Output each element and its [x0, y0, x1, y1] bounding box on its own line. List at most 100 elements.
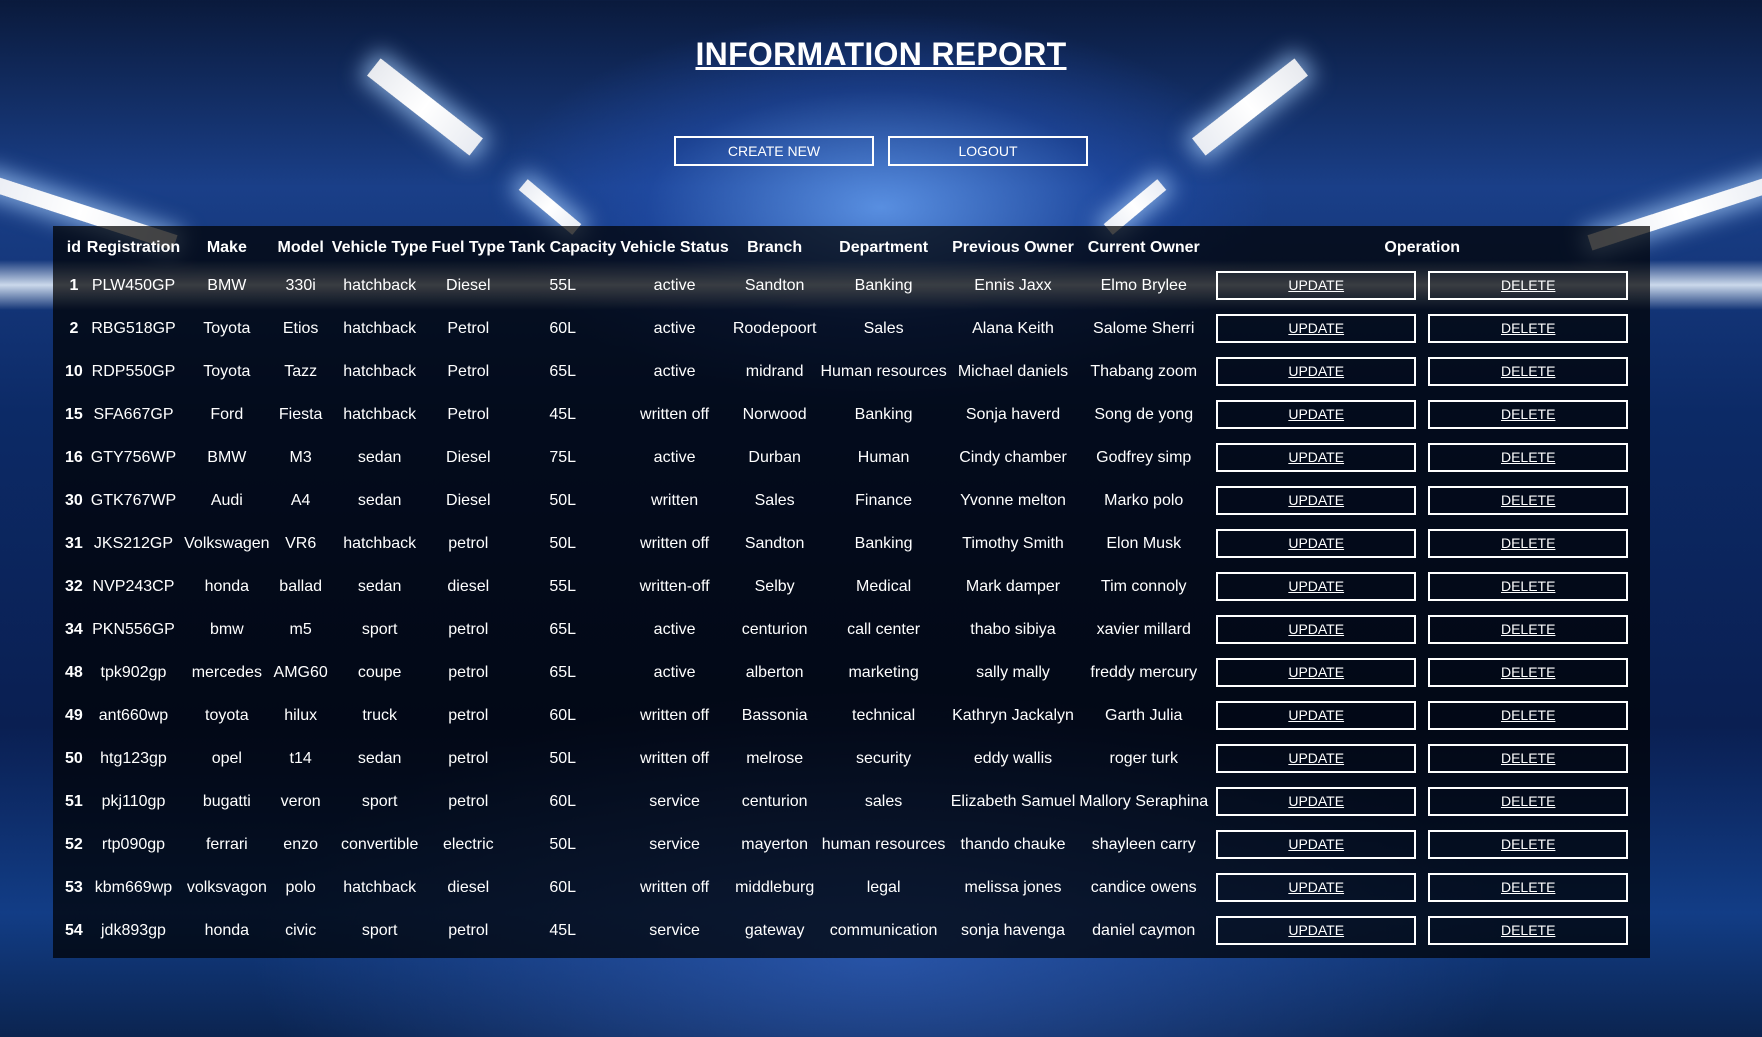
update-button[interactable]: UPDATE — [1216, 443, 1417, 472]
cell-update: UPDATE — [1210, 909, 1422, 952]
update-button[interactable]: UPDATE — [1216, 658, 1417, 687]
table-row: 1 PLW450GP BMW 330i hatchback Diesel 55L active… — [63, 264, 1634, 307]
delete-button[interactable]: DELETE — [1428, 400, 1629, 429]
delete-button[interactable]: DELETE — [1428, 615, 1629, 644]
logout-button[interactable]: LOGOUT — [888, 136, 1088, 166]
cell-update: UPDATE — [1210, 436, 1422, 479]
delete-button[interactable]: DELETE — [1428, 873, 1629, 902]
col-vehicle-type: Vehicle Type — [331, 239, 428, 256]
cell-id: 10 — [65, 362, 83, 380]
cell-delete: DELETE — [1422, 866, 1634, 909]
cell-model: hilux — [284, 706, 318, 724]
cell-vehicle-type: hatchback — [343, 362, 417, 380]
cell-branch: Roodepoort — [732, 319, 817, 337]
cell-delete: DELETE — [1422, 694, 1634, 737]
cell-make: Toyota — [203, 362, 251, 380]
cell-vehicle-status: active — [653, 448, 696, 466]
cell-previous-owner: Sonja haverd — [965, 405, 1061, 423]
cell-registration: ant660wp — [98, 706, 169, 724]
cell-update: UPDATE — [1210, 307, 1422, 350]
cell-previous-owner: Ennis Jaxx — [974, 276, 1052, 294]
cell-delete: DELETE — [1422, 393, 1634, 436]
cell-fuel-type: Petrol — [447, 405, 490, 423]
cell-delete: DELETE — [1422, 565, 1634, 608]
delete-button[interactable]: DELETE — [1428, 658, 1629, 687]
cell-department: marketing — [848, 663, 919, 681]
cell-registration: SFA667GP — [93, 405, 174, 423]
cell-tank-capacity: 65L — [549, 663, 577, 681]
col-id: id — [66, 239, 81, 256]
update-button[interactable]: UPDATE — [1216, 400, 1417, 429]
cell-branch: Sales — [754, 491, 795, 509]
cell-registration: htg123gp — [100, 749, 167, 767]
delete-button[interactable]: DELETE — [1428, 443, 1629, 472]
delete-button[interactable]: DELETE — [1428, 830, 1629, 859]
table-row: 30 GTK767WP Audi A4 sedan Diesel 50L written Sal… — [63, 479, 1634, 522]
top-actions: CREATE NEW LOGOUT — [0, 136, 1762, 166]
update-button[interactable]: UPDATE — [1216, 916, 1417, 945]
cell-make: ferrari — [205, 835, 248, 853]
update-button[interactable]: UPDATE — [1216, 830, 1417, 859]
delete-button[interactable]: DELETE — [1428, 529, 1629, 558]
cell-update: UPDATE — [1210, 479, 1422, 522]
cell-tank-capacity: 45L — [549, 921, 577, 939]
cell-id: 31 — [65, 534, 83, 552]
cell-delete: DELETE — [1422, 608, 1634, 651]
delete-button[interactable]: DELETE — [1428, 787, 1629, 816]
cell-vehicle-status: written off — [640, 878, 710, 896]
delete-button[interactable]: DELETE — [1428, 916, 1629, 945]
update-button[interactable]: UPDATE — [1216, 572, 1417, 601]
cell-vehicle-status: written off — [640, 405, 710, 423]
cell-id: 34 — [65, 620, 83, 638]
cell-make: volksvagon — [186, 878, 267, 896]
col-previous-owner: Previous Owner — [952, 239, 1074, 256]
table-row: 15 SFA667GP Ford Fiesta hatchback Petrol 45L wr… — [63, 393, 1634, 436]
update-button[interactable]: UPDATE — [1216, 787, 1417, 816]
update-button[interactable]: UPDATE — [1216, 873, 1417, 902]
delete-button[interactable]: DELETE — [1428, 314, 1629, 343]
cell-make: Toyota — [203, 319, 251, 337]
delete-button[interactable]: DELETE — [1428, 744, 1629, 773]
cell-branch: gateway — [744, 921, 805, 939]
delete-button[interactable]: DELETE — [1428, 357, 1629, 386]
cell-current-owner: Godfrey simp — [1096, 448, 1192, 466]
cell-branch: melrose — [746, 749, 804, 767]
update-button[interactable]: UPDATE — [1216, 486, 1417, 515]
delete-button[interactable]: DELETE — [1428, 572, 1629, 601]
cell-department: human resources — [821, 835, 946, 853]
cell-make: honda — [204, 577, 250, 595]
cell-vehicle-type: sport — [361, 620, 398, 638]
cell-model: Tazz — [284, 362, 318, 380]
cell-vehicle-type: sedan — [357, 491, 402, 509]
cell-branch: centurion — [741, 620, 808, 638]
cell-model: M3 — [289, 448, 312, 466]
delete-button[interactable]: DELETE — [1428, 271, 1629, 300]
update-button[interactable]: UPDATE — [1216, 615, 1417, 644]
update-button[interactable]: UPDATE — [1216, 701, 1417, 730]
update-button[interactable]: UPDATE — [1216, 529, 1417, 558]
cell-delete: DELETE — [1422, 264, 1634, 307]
cell-branch: Sandton — [744, 276, 805, 294]
cell-id: 51 — [65, 792, 83, 810]
update-button[interactable]: UPDATE — [1216, 744, 1417, 773]
cell-registration: rtp090gp — [101, 835, 166, 853]
create-new-button[interactable]: CREATE NEW — [674, 136, 874, 166]
cell-department: sales — [864, 792, 903, 810]
update-button[interactable]: UPDATE — [1216, 271, 1417, 300]
cell-current-owner: Elmo Brylee — [1100, 276, 1187, 294]
cell-vehicle-status: written — [651, 491, 699, 509]
cell-delete: DELETE — [1422, 479, 1634, 522]
cell-branch: Selby — [754, 577, 795, 595]
cell-department: Medical — [856, 577, 912, 595]
cell-update: UPDATE — [1210, 264, 1422, 307]
cell-make: BMW — [207, 276, 247, 294]
cell-make: honda — [204, 921, 250, 939]
update-button[interactable]: UPDATE — [1216, 357, 1417, 386]
cell-fuel-type: diesel — [447, 878, 490, 896]
update-button[interactable]: UPDATE — [1216, 314, 1417, 343]
cell-registration: PKN556GP — [92, 620, 175, 638]
delete-button[interactable]: DELETE — [1428, 701, 1629, 730]
delete-button[interactable]: DELETE — [1428, 486, 1629, 515]
cell-vehicle-status: active — [653, 620, 696, 638]
cell-current-owner: candice owens — [1090, 878, 1197, 896]
